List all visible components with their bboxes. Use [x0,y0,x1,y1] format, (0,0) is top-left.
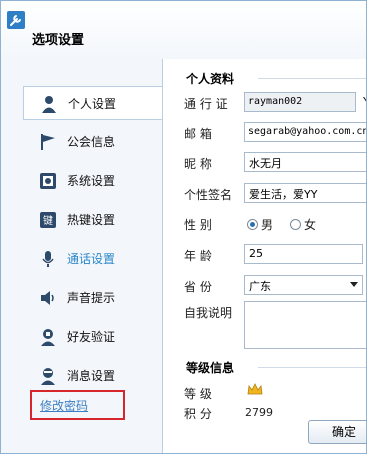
message-icon [41,368,55,385]
province-value: 广东 [249,280,271,293]
sidebar-item-label: 声音提示 [67,291,116,305]
gender-male-radio[interactable] [247,219,258,230]
chevron-down-icon[interactable] [350,282,358,287]
grade-label: 等 级 [184,387,212,401]
sidebar-item-sound-alerts[interactable]: 声音提示 [23,281,163,315]
sidebar-item-friend-verification[interactable]: 好友验证 [23,320,163,354]
window-title: 选项设置 [32,33,85,48]
pass-label: 通 行 证 [184,97,228,111]
signature-label: 个性签名 [184,188,233,202]
options-window: 选项设置 个人设置 公会信息 系统设置 键 热键设置 通话设置 声音提示 好友验… [0,0,367,454]
gender-female-radio[interactable] [290,219,301,230]
flag-icon [41,134,55,150]
province-label: 省 份 [184,280,212,294]
bio-textarea[interactable] [244,301,366,349]
settings-panel: 个人资料 通 行 证 rayman002 Y 邮 箱 segarab@yahoo… [162,59,366,453]
sidebar-item-system-settings[interactable]: 系统设置 [23,164,163,198]
pass-field: rayman002 [244,92,356,112]
age-field[interactable]: 25 [244,244,363,264]
change-password-link[interactable]: 修改密码 [40,397,88,414]
sidebar-item-label: 个人设置 [68,97,117,111]
nickname-field[interactable]: 水无月 [244,152,366,172]
sidebar-item-personal-settings[interactable]: 个人设置 [23,86,162,120]
province-select[interactable]: 广东 [244,275,363,295]
section-title-level: 等级信息 [186,361,235,375]
email-field[interactable]: segarab@yahoo.com.cn [244,122,366,142]
email-label: 邮 箱 [184,127,212,141]
points-label: 积 分 [184,407,212,421]
sidebar-item-label: 消息设置 [67,369,116,383]
gender-label: 性 别 [184,218,212,232]
sidebar-item-guild-info[interactable]: 公会信息 [23,125,163,159]
sidebar-item-label: 公会信息 [67,135,116,149]
ok-button[interactable]: 确定 [308,420,366,444]
nickname-label: 昵 称 [184,157,212,171]
gender-female-label: 女 [304,218,317,232]
bio-label: 自我说明 [184,306,233,320]
wrench-icon [7,11,25,29]
signature-field[interactable]: 爱生活，爱YY [244,183,366,203]
title-bar: 选项设置 [1,1,366,59]
speaker-icon [41,291,54,305]
age-label: 年 龄 [184,249,212,263]
sidebar-item-label: 热键设置 [67,213,116,227]
sidebar-item-label: 系统设置 [67,174,116,188]
section-title-profile: 个人资料 [186,72,235,86]
person-icon [42,96,56,113]
sidebar-item-label: 通话设置 [67,252,116,266]
section-divider [258,78,366,79]
key-icon: 键 [40,212,56,228]
change-password-highlight: 修改密码 [30,390,125,420]
microphone-icon [42,251,54,267]
section-divider [258,367,366,368]
sidebar-item-hotkey-settings[interactable]: 键 热键设置 [23,203,163,237]
svg-text:键: 键 [43,214,53,227]
sidebar-item-label: 好友验证 [67,330,116,344]
sidebar-item-call-settings[interactable]: 通话设置 [23,242,163,276]
gender-male-label: 男 [261,218,274,232]
points-value: 2799 [245,406,273,419]
pass-suffix: Y [363,95,366,109]
crown-icon [247,383,263,395]
friend-verify-icon [41,329,55,346]
system-icon [40,173,56,189]
sidebar-item-message-settings[interactable]: 消息设置 [23,359,163,393]
